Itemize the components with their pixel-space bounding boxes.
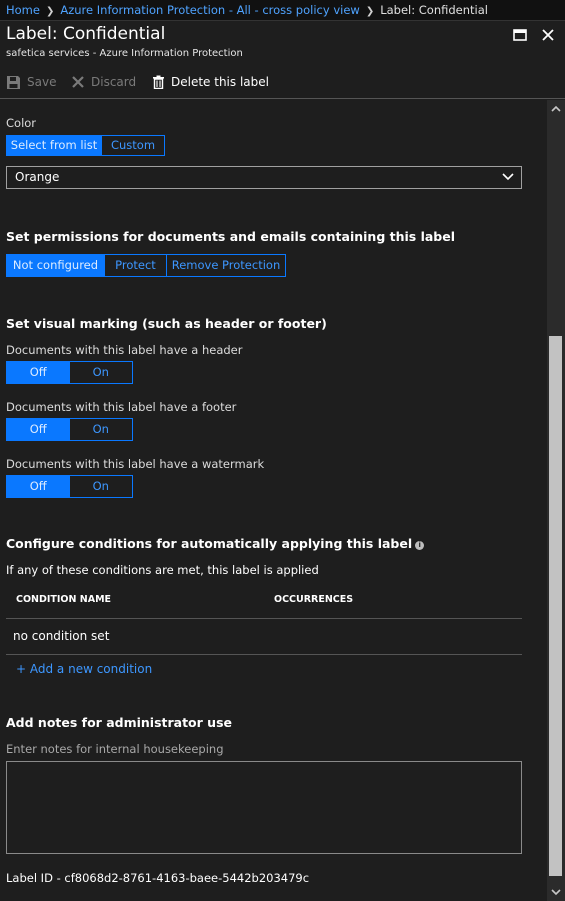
breadcrumb-policy-view-link[interactable]: Azure Information Protection - All - cro…	[60, 3, 359, 17]
scroll-up-arrow-icon[interactable]	[551, 104, 561, 114]
blade-subtitle: safetica services - Azure Information Pr…	[6, 48, 243, 59]
custom-color-option[interactable]: Custom	[102, 136, 164, 155]
close-icon[interactable]	[539, 26, 557, 44]
vertical-scrollbar[interactable]	[547, 100, 565, 901]
save-button[interactable]: Save	[6, 73, 56, 91]
scrollbar-thumb[interactable]	[549, 336, 562, 876]
breadcrumb-home-link[interactable]: Home	[6, 3, 40, 17]
conditions-heading: Configure conditions for automatically a…	[6, 536, 425, 551]
watermark-toggle-label: Documents with this label have a waterma…	[6, 457, 265, 471]
discard-button[interactable]: Discard	[71, 73, 136, 91]
discard-icon	[72, 76, 84, 88]
permissions-heading: Set permissions for documents and emails…	[6, 229, 455, 244]
watermark-on-option[interactable]: On	[70, 476, 133, 497]
color-dropdown-value: Orange	[15, 170, 60, 184]
footer-toggle-label: Documents with this label have a footer	[6, 400, 237, 414]
breadcrumb: Home ❯ Azure Information Protection - All …	[0, 0, 565, 21]
chevron-right-icon: ❯	[45, 6, 55, 17]
discard-label: Discard	[91, 75, 137, 89]
header-off-option[interactable]: Off	[7, 362, 70, 383]
select-from-list-option[interactable]: Select from list	[7, 136, 102, 155]
watermark-off-option[interactable]: Off	[7, 476, 70, 497]
header-toggle-label: Documents with this label have a header	[6, 343, 243, 357]
maximize-icon[interactable]	[511, 26, 529, 44]
blade-title: Label: Confidential	[6, 24, 166, 44]
color-label: Color	[6, 116, 37, 130]
conditions-heading-text: Configure conditions for automatically a…	[6, 536, 413, 551]
remove-protection-option[interactable]: Remove Protection	[167, 255, 285, 276]
footer-on-option[interactable]: On	[70, 419, 133, 440]
permissions-selector: Not configured Protect Remove Protection	[6, 254, 286, 277]
protect-option[interactable]: Protect	[105, 255, 167, 276]
header-on-option[interactable]: On	[70, 362, 133, 383]
admin-notes-textarea[interactable]	[6, 761, 522, 854]
color-dropdown[interactable]: Orange	[6, 166, 522, 189]
scroll-down-arrow-icon[interactable]	[551, 887, 561, 897]
footer-off-option[interactable]: Off	[7, 419, 70, 440]
command-bar: Save Discard Delete this label	[0, 66, 565, 99]
visual-marking-heading: Set visual marking (such as header or fo…	[6, 316, 327, 331]
watermark-toggle[interactable]: Off On	[6, 475, 133, 498]
column-header-condition-name[interactable]: CONDITION NAME	[16, 594, 111, 605]
save-label: Save	[27, 75, 57, 89]
not-configured-option[interactable]: Not configured	[7, 255, 105, 276]
notes-heading: Add notes for administrator use	[6, 715, 232, 730]
delete-label-button[interactable]: Delete this label	[152, 73, 269, 91]
chevron-down-icon	[502, 173, 514, 181]
footer-toggle[interactable]: Off On	[6, 418, 133, 441]
column-header-occurrences[interactable]: OCCURRENCES	[274, 594, 353, 605]
trash-icon	[153, 75, 164, 89]
table-row-empty: no condition set	[13, 629, 110, 643]
breadcrumb-current: Label: Confidential	[380, 3, 488, 17]
notes-field-label: Enter notes for internal housekeeping	[6, 742, 224, 756]
label-id-text: Label ID - cf8068d2-8761-4163-baee-5442b…	[6, 871, 310, 885]
table-header-divider	[6, 618, 522, 619]
chevron-right-icon: ❯	[365, 6, 375, 17]
color-source-selector: Select from list Custom	[6, 135, 165, 156]
table-row-divider	[6, 654, 522, 655]
header-toggle[interactable]: Off On	[6, 361, 133, 384]
info-icon[interactable]: i	[415, 541, 425, 550]
save-icon	[7, 75, 20, 89]
conditions-description: If any of these conditions are met, this…	[6, 563, 319, 577]
delete-label-text: Delete this label	[171, 75, 269, 89]
add-condition-link[interactable]: + Add a new condition	[16, 662, 152, 676]
